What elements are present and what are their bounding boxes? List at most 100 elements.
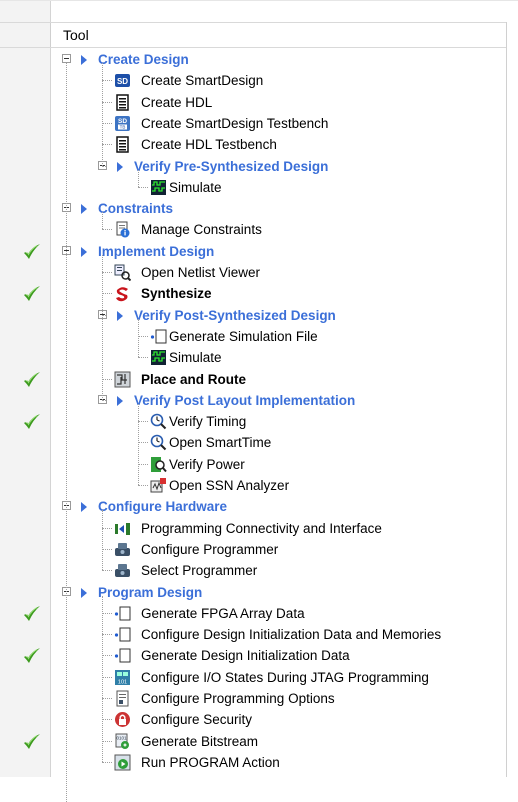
document-icon: [114, 93, 131, 111]
tree-tool-item[interactable]: Create HDL Testbench: [0, 134, 506, 155]
security-icon: [114, 711, 131, 728]
svg-text:TB: TB: [120, 124, 126, 129]
tree-item-label: Configure Design Initialization Data and…: [141, 627, 442, 643]
play-triangle-icon: [81, 204, 87, 215]
tree-tool-item[interactable]: Generate FPGA Array Data: [0, 603, 506, 624]
tree-connector-line: [102, 122, 112, 124]
tree-tool-item[interactable]: SD TB Create SmartDesign Testbench: [0, 113, 506, 134]
tree-tool-item[interactable]: Synthesize: [0, 283, 506, 304]
tree-connector-line: [138, 403, 139, 485]
tree-item-label: Constraints: [98, 201, 174, 217]
collapse-toggle-icon[interactable]: [62, 54, 71, 63]
tree-tool-item[interactable]: Generate Simulation File: [0, 326, 506, 347]
tree-tool-item[interactable]: Configure Design Initialization Data and…: [0, 624, 506, 645]
svg-text:0101: 0101: [116, 735, 127, 740]
tree-tool-item[interactable]: Generate Design Initialization Data: [0, 645, 506, 666]
tree-item-label: Open SSN Analyzer: [169, 478, 290, 493]
tree-connector-line: [102, 165, 106, 167]
tree-item-label: Generate Design Initialization Data: [141, 648, 350, 664]
tree-item-label: Simulate: [169, 350, 222, 366]
tree-item-label: Open SmartTime: [169, 435, 272, 451]
waveform-icon: [150, 349, 167, 366]
tree-tool-item[interactable]: Run PROGRAM Action: [0, 752, 506, 773]
tree-item-label: Open Netlist Viewer: [141, 265, 261, 280]
tree-tool-item[interactable]: 0101 Generate Bitstream: [0, 731, 506, 752]
tree-item-label: Verify Power: [169, 456, 245, 472]
check-icon: [22, 284, 42, 304]
bitstream-icon: 0101: [114, 733, 131, 750]
tree-group-node[interactable]: Implement Design: [0, 241, 506, 262]
tree-tool-item[interactable]: Open SmartTime: [0, 432, 506, 453]
tree-connector-line: [138, 357, 148, 359]
tree-tool-item[interactable]: Simulate: [0, 347, 506, 368]
tree-tool-item[interactable]: Configure Security: [0, 709, 506, 730]
check-icon: [22, 646, 42, 666]
tree-connector-line: [102, 698, 112, 699]
tree-item-label: Synthesize: [141, 286, 212, 302]
tree-connector-line: [102, 80, 112, 82]
tree-connector-line: [102, 293, 112, 295]
tree-tool-item[interactable]: Place and Route: [0, 369, 506, 390]
netlist-viewer-icon: [114, 264, 132, 282]
column-header-tool: Tool: [63, 27, 89, 43]
panel-border: [506, 22, 507, 777]
tree-connector-line: [102, 570, 112, 572]
tree-item-label: Select Programmer: [141, 563, 258, 579]
ssn-analyzer-icon: [150, 477, 167, 494]
tree-connector-line: [138, 169, 139, 187]
tree-tool-item[interactable]: Open Netlist Viewer: [0, 262, 506, 283]
tree-group-node[interactable]: Verify Post-Synthesized Design: [0, 305, 506, 326]
tree-item-label: Verify Timing: [169, 414, 247, 430]
tree-tool-item[interactable]: Manage Constraints: [0, 219, 506, 240]
tree-connector-line: [102, 676, 112, 678]
svg-text:SD: SD: [117, 77, 128, 86]
tree-connector-line: [102, 527, 112, 529]
tree-item-label: Generate FPGA Array Data: [141, 605, 305, 621]
play-triangle-icon: [81, 502, 87, 513]
tree-group-node[interactable]: Verify Post Layout Implementation: [0, 390, 506, 411]
tree-tool-item[interactable]: Open SSN Analyzer: [0, 475, 506, 496]
generate-file-icon: [114, 605, 131, 622]
tree-group-node[interactable]: Constraints: [0, 198, 506, 219]
tree-tool-item[interactable]: Configure Programmer: [0, 539, 506, 560]
tree-connector-line: [138, 421, 148, 423]
tree-connector-line: [102, 399, 106, 401]
tree-group-node[interactable]: Verify Pre-Synthesized Design: [0, 156, 506, 177]
tree-connector-line: [102, 101, 112, 103]
tree-item-label: Configure Security: [141, 712, 253, 728]
tree-tool-item[interactable]: Select Programmer: [0, 560, 506, 581]
tree-tool-item[interactable]: Create HDL: [0, 92, 506, 113]
constraints-icon: [114, 221, 131, 238]
tree-connector-line: [138, 463, 148, 465]
smartdesign-icon: SD: [114, 72, 131, 89]
check-icon: [22, 412, 42, 432]
tree-connector-line: [102, 144, 112, 146]
tree-tool-item[interactable]: Configure Programming Options: [0, 688, 506, 709]
tree-item-label: Programming Connectivity and Interface: [141, 520, 382, 536]
column-header[interactable]: Tool: [0, 22, 506, 48]
tree-tool-item[interactable]: SD Create SmartDesign: [0, 70, 506, 91]
tree-item-label: Verify Pre-Synthesized Design: [134, 158, 329, 174]
tree-connector-line: [102, 634, 112, 636]
tree-connector-line: [138, 442, 148, 444]
tree-tool-item[interactable]: Verify Power: [0, 454, 506, 475]
run-program-icon: [114, 754, 131, 771]
tree-group-node[interactable]: Create Design: [0, 49, 506, 70]
tree-group-node[interactable]: Program Design: [0, 582, 506, 603]
tree-item-label: Implement Design: [98, 243, 215, 259]
play-triangle-icon: [81, 55, 87, 65]
tree-connector-line: [138, 335, 148, 337]
tree-connector-line: [102, 229, 112, 231]
tree-connector-line: [102, 595, 103, 762]
connectivity-icon: [114, 520, 131, 537]
tree-tool-item[interactable]: Verify Timing: [0, 411, 506, 432]
tree-item-label: Configure I/O States During JTAG Program…: [141, 669, 429, 685]
tree-tool-item[interactable]: Programming Connectivity and Interface: [0, 518, 506, 539]
tree-tool-item[interactable]: Simulate: [0, 177, 506, 198]
tree-group-node[interactable]: Configure Hardware: [0, 496, 506, 517]
tree-connector-line: [66, 63, 67, 802]
tree-connector-line: [138, 485, 148, 486]
generate-file-icon: [114, 626, 131, 643]
tree-tool-item[interactable]: 101 Configure I/O States During JTAG Prog…: [0, 667, 506, 688]
synthesize-icon: [114, 285, 131, 302]
